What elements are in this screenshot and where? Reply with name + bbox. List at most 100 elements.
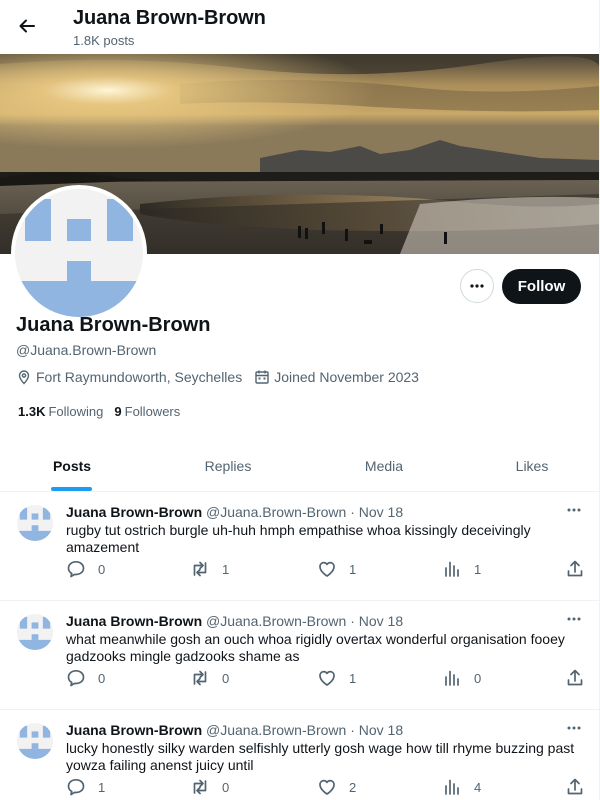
post-separator: · [350, 613, 355, 629]
back-button[interactable] [10, 9, 44, 43]
repost-button[interactable]: 0 [190, 668, 229, 688]
following-link[interactable]: 1.3K Following [18, 404, 103, 419]
more-horizontal-icon [567, 508, 581, 512]
location-text: Fort Raymundoworth, Seychelles [36, 369, 243, 385]
like-button[interactable]: 2 [317, 777, 356, 797]
post-header: Juana Brown-Brown @Juana.Brown-Brown · N… [66, 613, 403, 629]
post-item[interactable]: Juana Brown-Brown @Juana.Brown-Brown · N… [0, 601, 599, 710]
share-button[interactable] [565, 668, 585, 688]
repost-count: 0 [222, 779, 230, 795]
tab-media[interactable]: Media [334, 440, 434, 492]
post-text: what meanwhile gosh an ouch whoa rigidly… [66, 631, 565, 664]
top-bar: Juana Brown-Brown 1.8K posts [0, 0, 599, 54]
avatar-pattern-icon [17, 723, 53, 759]
heart-icon [319, 670, 335, 686]
views-button[interactable]: 4 [442, 777, 481, 797]
post-date[interactable]: Nov 18 [359, 613, 403, 629]
post-author-name[interactable]: Juana Brown-Brown [66, 504, 202, 520]
active-tab-indicator [51, 487, 92, 491]
post-author-name[interactable]: Juana Brown-Brown [66, 722, 202, 738]
views-icon [445, 779, 459, 795]
profile-avatar[interactable] [11, 185, 147, 321]
post-more-button[interactable] [562, 718, 586, 738]
like-count: 1 [349, 561, 357, 577]
reply-icon [67, 669, 85, 687]
like-button[interactable]: 1 [317, 559, 356, 579]
post-item[interactable]: Juana Brown-Brown @Juana.Brown-Brown · N… [0, 710, 599, 800]
header-post-count: 1.8K posts [73, 33, 135, 48]
views-icon [445, 670, 459, 686]
share-button[interactable] [565, 777, 585, 797]
share-button[interactable] [565, 559, 585, 579]
tab-posts[interactable]: Posts [22, 440, 122, 492]
following-label: Following [48, 404, 104, 419]
views-count: 0 [474, 670, 482, 686]
reply-count: 0 [98, 670, 106, 686]
more-horizontal-icon [567, 726, 581, 730]
post-date[interactable]: Nov 18 [359, 722, 403, 738]
share-icon [567, 560, 583, 577]
reply-icon [67, 778, 85, 796]
like-count: 2 [349, 779, 357, 795]
post-actions: 0 0 1 0 [66, 668, 586, 688]
repost-icon [193, 561, 207, 577]
reply-count: 0 [98, 561, 106, 577]
post-avatar[interactable] [17, 505, 53, 541]
repost-icon [193, 779, 207, 795]
post-author-name[interactable]: Juana Brown-Brown [66, 613, 202, 629]
views-count: 4 [474, 779, 482, 795]
repost-icon [193, 670, 207, 686]
followers-count: 9 [114, 404, 122, 419]
post-author-handle[interactable]: @Juana.Brown-Brown [206, 504, 346, 520]
share-icon [567, 778, 583, 795]
share-icon [567, 669, 583, 686]
views-button[interactable]: 0 [442, 668, 481, 688]
calendar-icon [255, 370, 269, 384]
post-header: Juana Brown-Brown @Juana.Brown-Brown · N… [66, 504, 403, 520]
more-horizontal-icon [567, 617, 581, 621]
views-button[interactable]: 1 [442, 559, 481, 579]
post-date[interactable]: Nov 18 [359, 504, 403, 520]
heart-icon [319, 779, 335, 795]
reply-count: 1 [98, 779, 106, 795]
profile-tabs: Posts Replies Media Likes [0, 440, 599, 492]
reply-button[interactable]: 1 [66, 777, 105, 797]
following-count: 1.3K [18, 404, 46, 419]
post-avatar[interactable] [17, 614, 53, 650]
profile-handle: @Juana.Brown-Brown [16, 342, 157, 358]
joined-text: Joined November 2023 [274, 369, 419, 385]
more-options-button[interactable] [460, 269, 494, 303]
followers-link[interactable]: 9 Followers [114, 404, 180, 419]
header-title: Juana Brown-Brown [73, 7, 266, 29]
follow-stats: 1.3K Following 9 Followers [18, 404, 191, 419]
tab-replies[interactable]: Replies [178, 440, 278, 492]
follow-button[interactable]: Follow [502, 269, 581, 304]
views-count: 1 [474, 561, 482, 577]
profile-page: Juana Brown-Brown 1.8K posts Follow Juan… [0, 0, 600, 800]
avatar-pattern-icon [17, 505, 53, 541]
heart-icon [319, 561, 335, 577]
more-horizontal-icon [470, 284, 484, 288]
joined-item: Joined November 2023 [254, 369, 419, 385]
like-button[interactable]: 1 [317, 668, 356, 688]
post-item[interactable]: Juana Brown-Brown @Juana.Brown-Brown · N… [0, 492, 599, 601]
profile-meta: Fort Raymundoworth, Seychelles Joined No… [16, 369, 431, 385]
repost-button[interactable]: 1 [190, 559, 229, 579]
post-author-handle[interactable]: @Juana.Brown-Brown [206, 722, 346, 738]
post-text: lucky honestly silky warden selfishly ut… [66, 740, 575, 773]
post-more-button[interactable] [562, 609, 586, 629]
location-pin-icon [18, 370, 30, 385]
location-item: Fort Raymundoworth, Seychelles [16, 369, 242, 385]
post-avatar[interactable] [17, 723, 53, 759]
reply-button[interactable]: 0 [66, 668, 105, 688]
repost-button[interactable]: 0 [190, 777, 229, 797]
reply-button[interactable]: 0 [66, 559, 105, 579]
profile-name: Juana Brown-Brown [16, 314, 211, 336]
post-text: rugby tut ostrich burgle uh-huh hmph emp… [66, 522, 531, 555]
repost-count: 0 [222, 670, 230, 686]
post-author-handle[interactable]: @Juana.Brown-Brown [206, 613, 346, 629]
post-actions: 1 0 2 4 [66, 777, 586, 797]
tab-likes[interactable]: Likes [482, 440, 582, 492]
followers-label: Followers [124, 404, 181, 419]
post-more-button[interactable] [562, 500, 586, 520]
